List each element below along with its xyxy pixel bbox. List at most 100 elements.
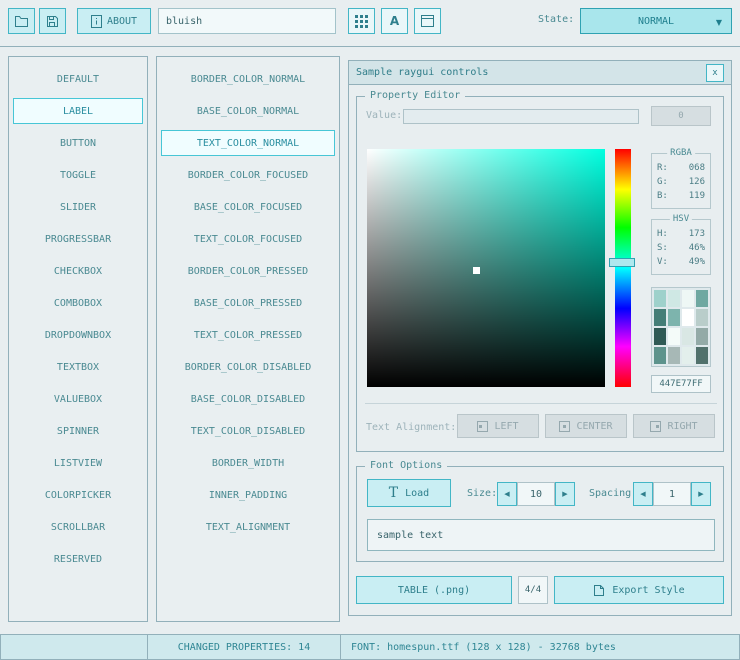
spacing-increment-button[interactable]: ▶ xyxy=(691,482,711,506)
control-item-listview[interactable]: LISTVIEW xyxy=(13,450,143,476)
palette-swatch[interactable] xyxy=(696,309,708,326)
value-slider[interactable] xyxy=(403,109,639,124)
control-item-colorpicker[interactable]: COLORPICKER xyxy=(13,482,143,508)
control-item-reserved[interactable]: RESERVED xyxy=(13,546,143,572)
control-item-combobox[interactable]: COMBOBOX xyxy=(13,290,143,316)
value-label: Value: xyxy=(366,110,402,121)
hue-slider-handle[interactable] xyxy=(609,258,635,267)
property-item[interactable]: BASE_COLOR_DISABLED xyxy=(161,386,335,412)
state-dropdown[interactable]: NORMAL ▼ xyxy=(580,8,732,34)
property-item[interactable]: BORDER_COLOR_PRESSED xyxy=(161,258,335,284)
controls-window-button[interactable] xyxy=(414,8,441,34)
palette-swatch[interactable] xyxy=(668,309,680,326)
control-item-textbox[interactable]: TEXTBOX xyxy=(13,354,143,380)
spacing-value-box[interactable]: 1 xyxy=(653,482,691,506)
property-item[interactable]: INNER_PADDING xyxy=(161,482,335,508)
color-picker-panel[interactable] xyxy=(367,149,605,387)
property-item[interactable]: BASE_COLOR_FOCUSED xyxy=(161,194,335,220)
state-label: State: xyxy=(538,14,574,25)
export-style-button[interactable]: Export Style xyxy=(554,576,724,604)
property-item[interactable]: BORDER_COLOR_FOCUSED xyxy=(161,162,335,188)
align-center-button[interactable]: CENTER xyxy=(545,414,627,438)
control-item-slider[interactable]: SLIDER xyxy=(13,194,143,220)
property-item[interactable]: BASE_COLOR_PRESSED xyxy=(161,290,335,316)
property-item[interactable]: TEXT_COLOR_FOCUSED xyxy=(161,226,335,252)
open-file-button[interactable] xyxy=(8,8,35,34)
control-item-scrollbar[interactable]: SCROLLBAR xyxy=(13,514,143,540)
align-left-button[interactable]: LEFT xyxy=(457,414,539,438)
property-editor-title: Property Editor xyxy=(365,90,465,101)
property-item[interactable]: BASE_COLOR_NORMAL xyxy=(161,98,335,124)
style-table-view-button[interactable] xyxy=(348,8,375,34)
font-view-button[interactable]: A xyxy=(381,8,408,34)
property-item[interactable]: TEXT_ALIGNMENT xyxy=(161,514,335,540)
palette-swatch[interactable] xyxy=(682,309,694,326)
export-format-counter[interactable]: 4/4 xyxy=(518,576,548,604)
color-picker-cursor[interactable] xyxy=(473,267,480,274)
size-increment-button[interactable]: ▶ xyxy=(555,482,575,506)
status-cell-empty xyxy=(0,634,148,660)
control-item-checkbox[interactable]: CHECKBOX xyxy=(13,258,143,284)
palette-swatch[interactable] xyxy=(696,328,708,345)
close-icon: x xyxy=(712,68,717,78)
align-left-icon xyxy=(477,421,488,432)
palette-swatch[interactable] xyxy=(668,328,680,345)
palette-swatch[interactable] xyxy=(682,347,694,364)
palette-swatch[interactable] xyxy=(654,290,666,307)
align-center-label: CENTER xyxy=(576,421,612,432)
palette-swatch[interactable] xyxy=(696,290,708,307)
control-item-dropdownbox[interactable]: DROPDOWNBOX xyxy=(13,322,143,348)
about-button[interactable]: ABOUT xyxy=(77,8,151,34)
control-item-default[interactable]: DEFAULT xyxy=(13,66,143,92)
toolbar: ABOUT A State: NORMAL ▼ xyxy=(0,0,740,47)
value-box[interactable]: 0 xyxy=(651,106,711,126)
size-decrement-button[interactable]: ◀ xyxy=(497,482,517,506)
rguistyler-app: ABOUT A State: NORMAL ▼ DE xyxy=(0,0,740,660)
size-label: Size: xyxy=(467,488,497,499)
palette-swatch[interactable] xyxy=(654,328,666,345)
property-item[interactable]: BORDER_COLOR_DISABLED xyxy=(161,354,335,380)
control-item-valuebox[interactable]: VALUEBOX xyxy=(13,386,143,412)
property-item[interactable]: TEXT_COLOR_PRESSED xyxy=(161,322,335,348)
control-item-spinner[interactable]: SPINNER xyxy=(13,418,143,444)
close-button[interactable]: x xyxy=(706,64,724,82)
font-options-title: Font Options xyxy=(365,460,447,471)
status-cell-font-info: FONT: homespun.ttf (128 x 128) - 32768 b… xyxy=(340,634,740,660)
property-item-selected[interactable]: TEXT_COLOR_NORMAL xyxy=(161,130,335,156)
export-table-button[interactable]: TABLE (.png) xyxy=(356,576,512,604)
property-item[interactable]: BORDER_WIDTH xyxy=(161,450,335,476)
palette-swatch[interactable] xyxy=(682,290,694,307)
rgba-row-b: B: 119 xyxy=(652,189,710,203)
b-value: 119 xyxy=(689,191,705,201)
save-file-button[interactable] xyxy=(39,8,66,34)
palette-swatch[interactable] xyxy=(696,347,708,364)
palette-swatch[interactable] xyxy=(682,328,694,345)
style-name-input[interactable] xyxy=(158,8,336,34)
table-button-label: TABLE (.png) xyxy=(398,585,470,596)
r-label: R: xyxy=(657,163,668,173)
window-titlebar[interactable]: Sample raygui controls x xyxy=(349,61,731,85)
chevron-down-icon: ▼ xyxy=(716,18,722,27)
palette-swatch[interactable] xyxy=(668,347,680,364)
hue-bar[interactable] xyxy=(615,149,631,387)
font-t-icon: T xyxy=(389,486,398,500)
property-item[interactable]: BORDER_COLOR_NORMAL xyxy=(161,66,335,92)
hex-value-box[interactable]: 447E77FF xyxy=(651,375,711,393)
status-bar: CHANGED PROPERTIES: 14 FONT: homespun.tt… xyxy=(0,634,740,660)
spacing-decrement-button[interactable]: ◀ xyxy=(633,482,653,506)
control-item-label[interactable]: LABEL xyxy=(13,98,143,124)
size-value-box[interactable]: 10 xyxy=(517,482,555,506)
control-item-button[interactable]: BUTTON xyxy=(13,130,143,156)
align-right-button[interactable]: RIGHT xyxy=(633,414,715,438)
control-item-progressbar[interactable]: PROGRESSBAR xyxy=(13,226,143,252)
load-font-button[interactable]: T Load xyxy=(367,479,451,507)
arrow-right-icon: ▶ xyxy=(698,490,703,498)
palette-swatch[interactable] xyxy=(668,290,680,307)
align-left-label: LEFT xyxy=(494,421,518,432)
control-item-toggle[interactable]: TOGGLE xyxy=(13,162,143,188)
window-title: Sample raygui controls xyxy=(356,67,706,78)
palette-swatch[interactable] xyxy=(654,309,666,326)
property-item[interactable]: TEXT_COLOR_DISABLED xyxy=(161,418,335,444)
palette-swatch[interactable] xyxy=(654,347,666,364)
sample-text-input[interactable]: sample text xyxy=(367,519,715,551)
